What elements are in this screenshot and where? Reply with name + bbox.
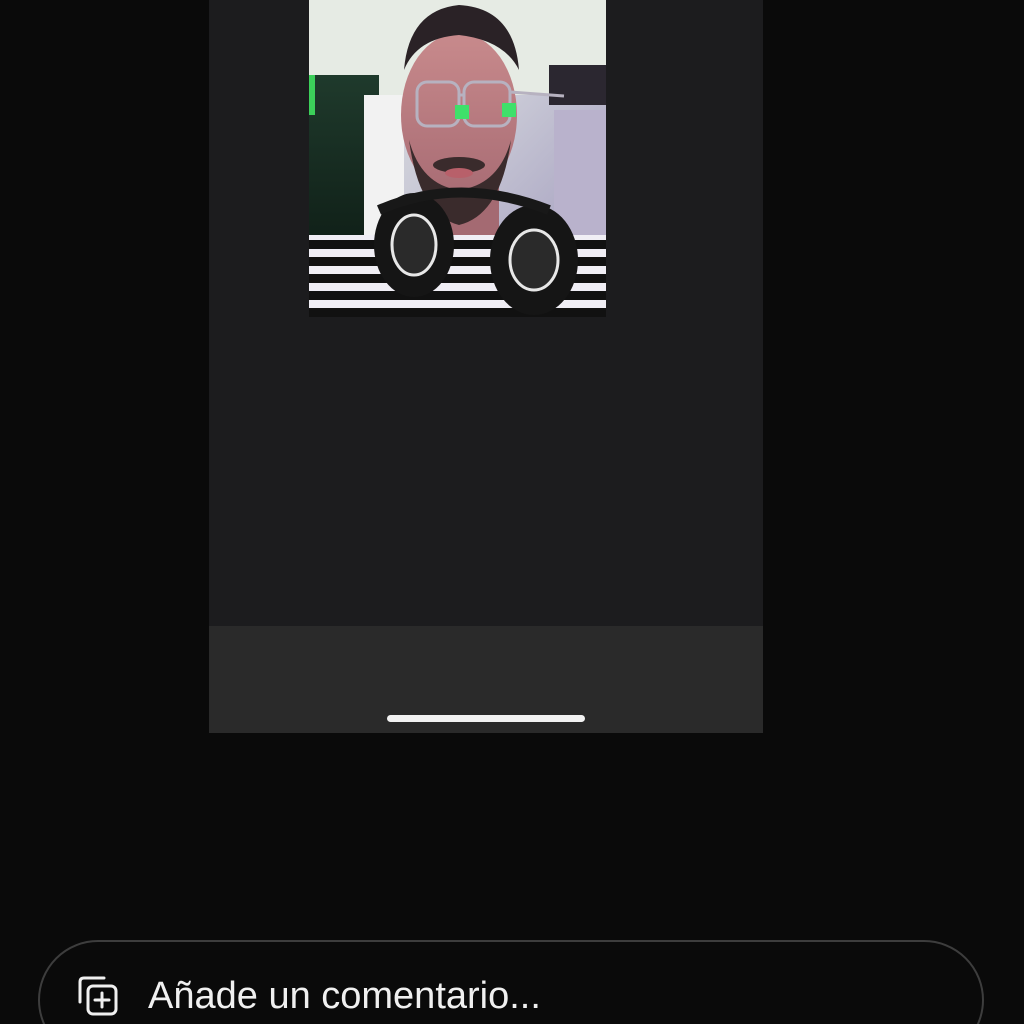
add-media-icon[interactable] [74,972,122,1020]
story-reply-screen: Añade un comentario... [0,0,1024,1024]
shared-screenshot-card[interactable] [209,0,763,733]
shared-photo[interactable] [309,0,606,317]
comment-input[interactable]: Añade un comentario... [38,940,984,1024]
selfie-image [309,0,606,317]
home-indicator-bar [387,715,585,722]
comment-placeholder: Añade un comentario... [148,975,541,1017]
